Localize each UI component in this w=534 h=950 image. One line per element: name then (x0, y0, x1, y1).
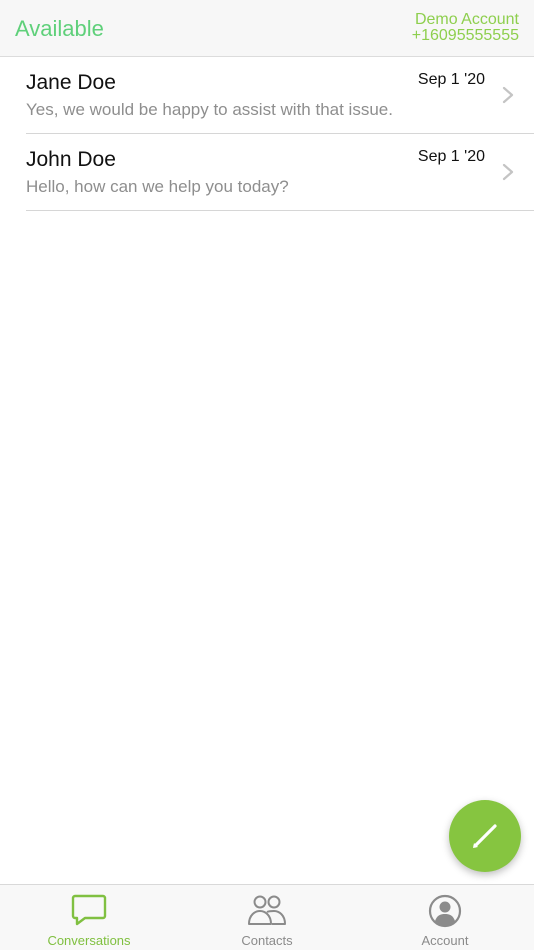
tab-conversations[interactable]: Conversations (0, 885, 178, 950)
availability-status[interactable]: Available (15, 16, 104, 42)
conversation-row[interactable]: John Doe Sep 1 '20 Hello, how can we hel… (26, 134, 534, 211)
tab-label: Conversations (47, 933, 131, 948)
new-message-button[interactable] (449, 800, 521, 872)
chat-bubble-icon (71, 894, 107, 926)
contact-name: Jane Doe (26, 71, 116, 94)
chevron-right-icon (502, 86, 514, 104)
account-name: Demo Account (414, 11, 519, 28)
message-date: Sep 1 '20 (417, 71, 485, 88)
tab-contacts[interactable]: Contacts (178, 885, 356, 950)
pencil-icon (473, 824, 497, 848)
account-number: +16095555555 (411, 27, 519, 44)
people-icon (248, 895, 286, 925)
message-preview: Hello, how can we help you today? (26, 177, 289, 196)
chevron-right-icon (502, 163, 514, 181)
tab-bar: Conversations Contacts Account (0, 884, 534, 950)
account-info[interactable]: Demo Account +16095555555 (412, 12, 519, 44)
contact-name: John Doe (26, 148, 116, 171)
tab-label: Account (421, 933, 469, 948)
conversation-row[interactable]: Jane Doe Sep 1 '20 Yes, we would be happ… (26, 57, 534, 134)
message-preview: Yes, we would be happy to assist with th… (26, 100, 393, 119)
tab-account[interactable]: Account (356, 885, 534, 950)
tab-label: Contacts (241, 933, 293, 948)
top-bar: Available Demo Account +16095555555 (0, 0, 534, 57)
user-circle-icon (428, 894, 462, 928)
conversation-list: Jane Doe Sep 1 '20 Yes, we would be happ… (0, 57, 534, 211)
message-date: Sep 1 '20 (417, 148, 485, 165)
